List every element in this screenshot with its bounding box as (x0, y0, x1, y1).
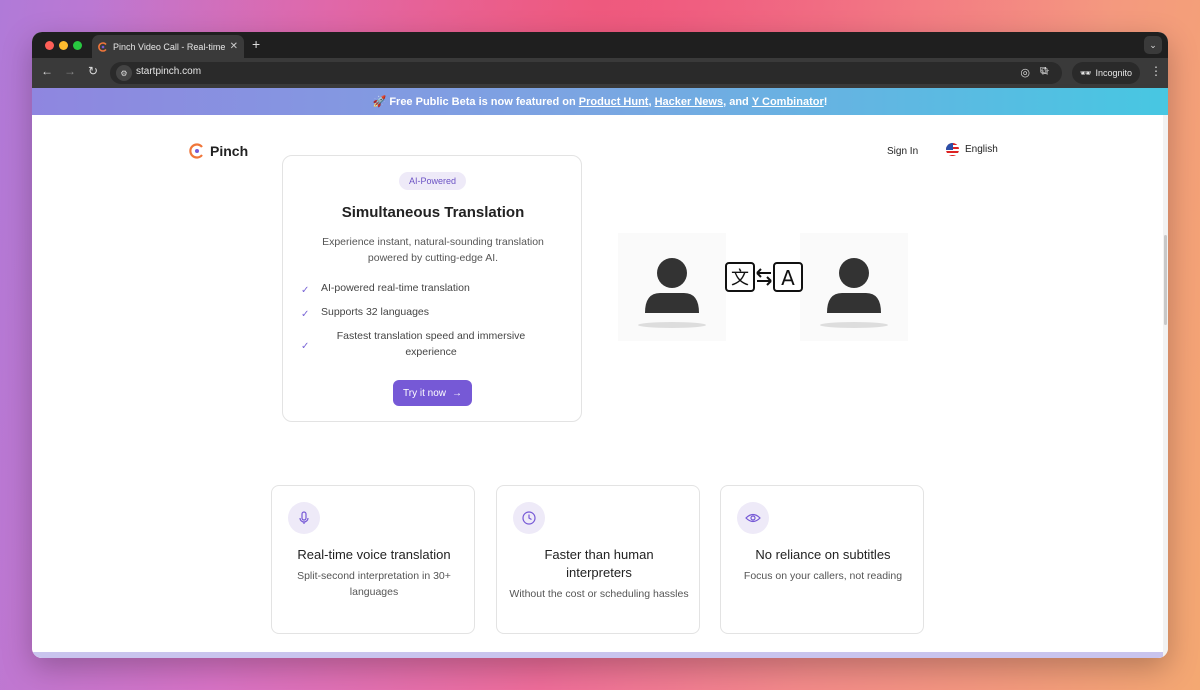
feature-item: ✓ AI-powered real-time translation (301, 280, 470, 296)
banner-suffix: ! (823, 95, 828, 108)
forward-arrow-icon[interactable]: → (64, 64, 76, 78)
feature-text: Supports 32 languages (321, 306, 429, 318)
check-icon: ✓ (301, 309, 310, 320)
translate-icon: 文 A (725, 262, 803, 292)
microphone-icon (288, 502, 320, 534)
tab-title: Pinch Video Call - Real-time AI (113, 41, 226, 52)
try-it-now-button[interactable]: Try it now → (393, 380, 472, 406)
translation-illustration: 文 A (618, 233, 908, 341)
close-window-button[interactable] (45, 41, 54, 50)
back-arrow-icon[interactable]: ← (41, 64, 53, 78)
feature-card-realtime: Real-time voice translation Split-second… (271, 485, 475, 634)
next-section-edge (32, 652, 1163, 658)
reload-icon[interactable]: ↻ (88, 64, 98, 78)
extensions-puzzle-icon[interactable]: ⧉ (1040, 65, 1048, 78)
svg-text:A: A (781, 266, 795, 290)
feature-card-faster: Faster than human interpreters Without t… (496, 485, 700, 634)
minimize-window-button[interactable] (59, 41, 68, 50)
language-label: English (965, 144, 998, 155)
feature-card-text: Focus on your callers, not reading (743, 570, 903, 582)
feature-item: ✓ Fastest translation speed and immersiv… (301, 328, 541, 360)
pinch-logo[interactable]: Pinch (189, 143, 248, 159)
y-combinator-link[interactable]: Y Combinator (752, 96, 824, 108)
feature-text: Fastest translation speed and immersive … (336, 330, 526, 358)
browser-toolbar: ← → ↻ ⚙ startpinch.com ◎ ☆ ⧉ 🕶 Incognito… (32, 58, 1168, 88)
new-tab-button[interactable]: + (252, 36, 260, 52)
brand-name: Pinch (210, 143, 249, 159)
product-hunt-link[interactable]: Product Hunt (579, 96, 649, 108)
check-icon: ✓ (301, 285, 310, 296)
scrollbar-thumb[interactable] (1164, 235, 1167, 325)
arrow-right-icon: → (451, 387, 462, 399)
tab-search-chevron-icon[interactable]: ⌄ (1144, 36, 1162, 54)
browser-tab[interactable]: Pinch Video Call - Real-time AI ✕ (92, 35, 244, 58)
feature-item: ✓ Supports 32 languages (301, 304, 429, 320)
simultaneous-translation-card: AI-Powered Simultaneous Translation Expe… (282, 155, 582, 422)
page-scrollbar[interactable] (1163, 115, 1168, 658)
banner-sep-2: , and (723, 95, 752, 108)
ai-powered-badge: AI-Powered (399, 172, 466, 190)
feature-card-text: Without the cost or scheduling hassles (509, 588, 689, 600)
hacker-news-link[interactable]: Hacker News (655, 96, 724, 108)
clock-icon (513, 502, 545, 534)
address-bar[interactable]: ⚙ startpinch.com ◎ ☆ (110, 62, 1062, 84)
pinch-logo-icon (189, 143, 203, 159)
feature-card-title: No reliance on subtitles (755, 547, 891, 562)
feature-text: AI-powered real-time translation (321, 282, 470, 294)
incognito-icon: 🕶 (1080, 67, 1092, 78)
site-info-icon[interactable]: ⚙ (116, 65, 132, 81)
sign-in-link[interactable]: Sign In (887, 146, 918, 157)
feature-card-title: Real-time voice translation (297, 547, 451, 562)
page-content: Pinch Sign In English AI-Powered Simulta… (32, 115, 1163, 658)
feature-card-subtitles: No reliance on subtitles Focus on your c… (720, 485, 924, 634)
browser-menu-icon[interactable]: ⋮ (1150, 64, 1162, 78)
card-description: Experience instant, natural-sounding tra… (322, 236, 544, 264)
banner-prefix: 🚀 Free Public Beta is now featured on (372, 96, 579, 108)
feature-card-text: Split-second interpretation in 30+ langu… (297, 570, 451, 598)
feature-card-title: Faster than human interpreters (544, 547, 654, 580)
announcement-banner: 🚀 Free Public Beta is now featured on Pr… (32, 88, 1168, 115)
incognito-label: Incognito (1095, 68, 1132, 78)
us-flag-icon (946, 143, 959, 156)
maximize-window-button[interactable] (73, 41, 82, 50)
pinch-favicon-icon (98, 41, 107, 52)
try-button-label: Try it now (403, 387, 446, 399)
browser-window: Pinch Video Call - Real-time AI ✕ + ⌄ ← … (32, 32, 1168, 658)
svg-text:文: 文 (731, 268, 749, 289)
tracking-protection-eye-icon[interactable]: ◎ (1020, 66, 1030, 79)
check-icon: ✓ (301, 341, 310, 352)
url-text: startpinch.com (136, 66, 202, 77)
card-title: Simultaneous Translation (341, 204, 525, 221)
tab-close-icon[interactable]: ✕ (230, 41, 238, 52)
incognito-indicator[interactable]: 🕶 Incognito (1072, 62, 1140, 84)
eye-icon (737, 502, 769, 534)
language-selector[interactable]: English (946, 143, 998, 156)
title-bar: Pinch Video Call - Real-time AI ✕ + ⌄ (32, 32, 1168, 58)
